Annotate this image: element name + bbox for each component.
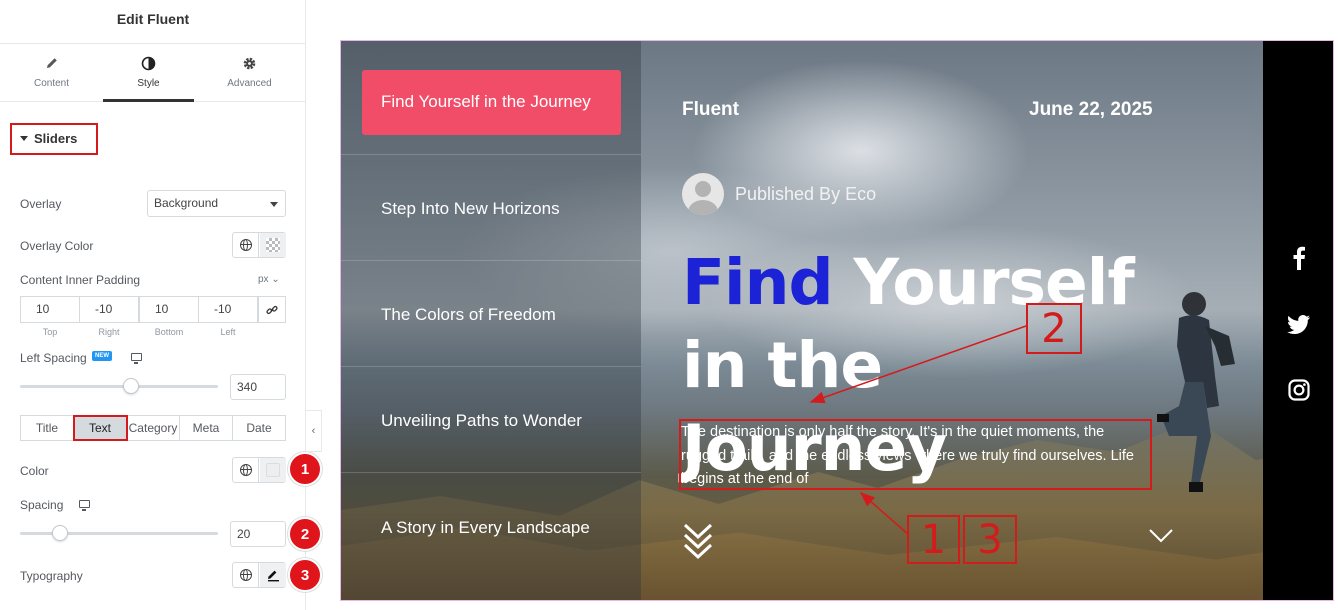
panel-title: Edit Fluent (0, 0, 306, 44)
globe-icon (239, 568, 252, 581)
left-spacing-slider[interactable] (20, 385, 218, 388)
padding-left-caption: Left (220, 327, 236, 337)
color-swatch (266, 463, 280, 477)
element-switcher: Title Text Category Meta Date (20, 415, 286, 441)
edit-typography-button[interactable] (260, 563, 286, 587)
unit-value: px (258, 274, 269, 285)
section-title: Sliders (34, 131, 78, 146)
padding-bottom-input[interactable]: 10 (139, 296, 199, 323)
new-badge: NEW (92, 351, 112, 361)
overlay-color-control (232, 232, 286, 258)
callout-badge-2: 2 (288, 517, 322, 551)
typography-control (232, 562, 286, 588)
desktop-icon[interactable] (79, 500, 90, 511)
caret-down-icon (20, 136, 28, 142)
annotation-arrows (809, 325, 1027, 536)
tab-style-label: Style (137, 78, 160, 89)
overlay-color-picker[interactable] (260, 233, 286, 257)
slider-preview: Find Yourself in the Journey Step Into N… (340, 40, 1334, 601)
text-color-picker[interactable] (260, 458, 286, 482)
color-label: Color (20, 464, 49, 478)
spacing-input[interactable]: 20 (230, 521, 286, 547)
chevron-down-icon (270, 202, 278, 207)
tab-advanced[interactable]: Advanced (204, 44, 295, 101)
sliders-section-toggle[interactable]: Sliders (10, 123, 98, 155)
segment-text[interactable]: Text (73, 415, 128, 441)
tab-advanced-label: Advanced (227, 78, 272, 89)
segment-meta[interactable]: Meta (180, 416, 233, 440)
overlay-select[interactable]: Background (147, 190, 286, 217)
segment-title[interactable]: Title (21, 416, 74, 440)
padding-inputs: 10 -10 10 -10 (20, 296, 286, 323)
tab-content-label: Content (33, 78, 70, 89)
global-colors-button[interactable] (233, 233, 259, 257)
segment-category[interactable]: Category (127, 416, 180, 440)
left-spacing-label: Left Spacing (20, 351, 87, 365)
globe-icon (239, 238, 252, 251)
desktop-icon[interactable] (131, 353, 142, 364)
padding-bottom-caption: Bottom (154, 327, 184, 337)
transparent-swatch (266, 238, 280, 252)
editor-panel: Edit Fluent Content Style Advanced Slide… (0, 0, 322, 610)
typography-label: Typography (20, 569, 83, 583)
unit-select[interactable]: px ⌄ (258, 274, 280, 285)
overlay-color-label: Overlay Color (20, 239, 94, 253)
panel-tabs: Content Style Advanced (0, 44, 306, 102)
global-colors-button[interactable] (233, 458, 259, 482)
left-spacing-input[interactable]: 340 (230, 374, 286, 400)
overlay-label: Overlay (20, 197, 62, 211)
link-values-button[interactable] (258, 296, 286, 323)
padding-right-input[interactable]: -10 (79, 296, 139, 323)
overlay-select-value: Background (154, 196, 219, 210)
padding-label: Content Inner Padding (20, 273, 141, 287)
text-color-control (232, 457, 286, 483)
callout-badge-1: 1 (288, 452, 322, 486)
chevron-left-icon: ‹ (311, 425, 316, 437)
spacing-slider[interactable] (20, 532, 218, 535)
global-fonts-button[interactable] (233, 563, 259, 587)
left-spacing-slider-handle[interactable] (122, 378, 139, 394)
gear-icon (204, 56, 295, 72)
half-circle-icon (103, 56, 194, 72)
link-icon (266, 305, 278, 314)
callout-badge-3: 3 (288, 558, 322, 592)
pencil-icon (6, 56, 97, 72)
spacing-label: Spacing (20, 498, 64, 512)
padding-left-input[interactable]: -10 (198, 296, 258, 323)
globe-icon (239, 463, 252, 476)
padding-top-input[interactable]: 10 (20, 296, 80, 323)
collapse-panel-button[interactable]: ‹ (306, 410, 322, 452)
spacing-slider-handle[interactable] (51, 525, 68, 541)
pencil-icon (267, 570, 279, 581)
padding-right-caption: Right (98, 327, 120, 337)
tab-style[interactable]: Style (103, 44, 194, 102)
padding-top-caption: Top (42, 327, 58, 337)
segment-date[interactable]: Date (233, 416, 285, 440)
tab-content[interactable]: Content (6, 44, 97, 101)
